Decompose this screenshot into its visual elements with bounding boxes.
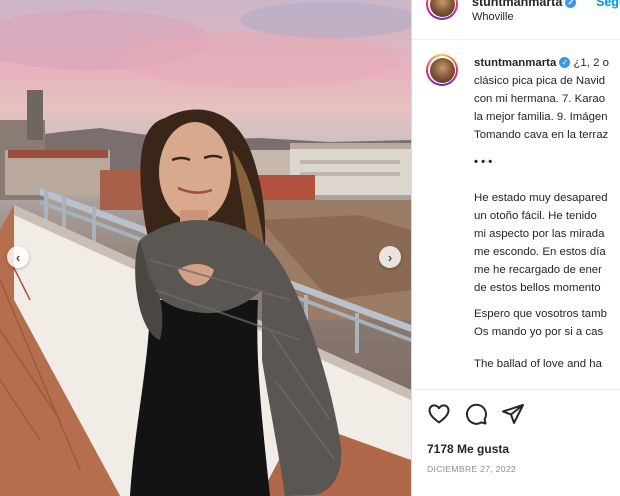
- caption-text: Tomando cava en la terraz: [474, 129, 609, 141]
- heart-icon[interactable]: [427, 402, 451, 426]
- photo-scene: [0, 2, 411, 496]
- caption-text: He estado muy desapared: [474, 192, 608, 204]
- chevron-left-icon: ‹: [15, 249, 21, 265]
- chevron-right-icon: ›: [387, 249, 393, 265]
- caption-area: stuntmanmarta ✓ ¿1, 2 o clásico pica pica…: [412, 40, 620, 388]
- profile-photo: [429, 0, 455, 17]
- caption-text: clásico pica pica de Navid: [474, 75, 606, 87]
- caption-text: Os mando yo por si a cas: [474, 326, 604, 338]
- verified-badge-icon: ✓: [559, 57, 571, 69]
- caption-text: un otoño fácil. He tenido: [474, 210, 597, 222]
- caption-username[interactable]: stuntmanmarta: [474, 57, 556, 69]
- follow-button[interactable]: Segu: [596, 0, 620, 9]
- post-actions: 7178 Me gusta DICIEMBRE 27, 2022: [412, 389, 620, 496]
- author-avatar[interactable]: [426, 0, 458, 20]
- instagram-post-view: ‹ › stuntmanmarta✓ Segu Whoville stuntma…: [0, 0, 620, 496]
- previous-photo-button[interactable]: ‹: [7, 246, 29, 268]
- caption-text: The ballad of love and ha: [474, 358, 602, 370]
- caption-text: me he recargado de ener: [474, 264, 602, 276]
- caption-first-line: stuntmanmarta ✓ ¿1, 2 o: [474, 57, 609, 69]
- post-photo[interactable]: ‹ ›: [0, 0, 411, 496]
- post-date: DICIEMBRE 27, 2022: [427, 464, 516, 474]
- caption-author-avatar[interactable]: [426, 54, 458, 86]
- caption-separator: • • •: [474, 156, 493, 168]
- caption-text: mi aspecto por las mirada: [474, 228, 605, 240]
- verified-badge-icon: ✓: [565, 0, 577, 9]
- caption-text: ¿1, 2 o: [573, 57, 609, 69]
- comment-icon[interactable]: [464, 402, 488, 426]
- likes-count[interactable]: 7178 Me gusta: [427, 442, 509, 456]
- post-side-panel: stuntmanmarta✓ Segu Whoville stuntmanmar…: [411, 0, 620, 496]
- caption-text: de estos bellos momento: [474, 282, 601, 294]
- caption-text: Espero que vosotros tamb: [474, 308, 607, 320]
- caption-text: me escondo. En estos día: [474, 246, 606, 258]
- profile-photo: [429, 57, 455, 83]
- post-header: stuntmanmarta✓ Segu Whoville: [412, 0, 620, 40]
- post-location[interactable]: Whoville: [472, 11, 514, 23]
- paper-plane-icon[interactable]: [501, 402, 525, 426]
- caption-text: con mi hermana. 7. Karao: [474, 93, 606, 105]
- next-photo-button[interactable]: ›: [379, 246, 401, 268]
- caption-text: la mejor familia. 9. Imágen: [474, 111, 608, 123]
- author-username[interactable]: stuntmanmarta ✓: [472, 0, 577, 9]
